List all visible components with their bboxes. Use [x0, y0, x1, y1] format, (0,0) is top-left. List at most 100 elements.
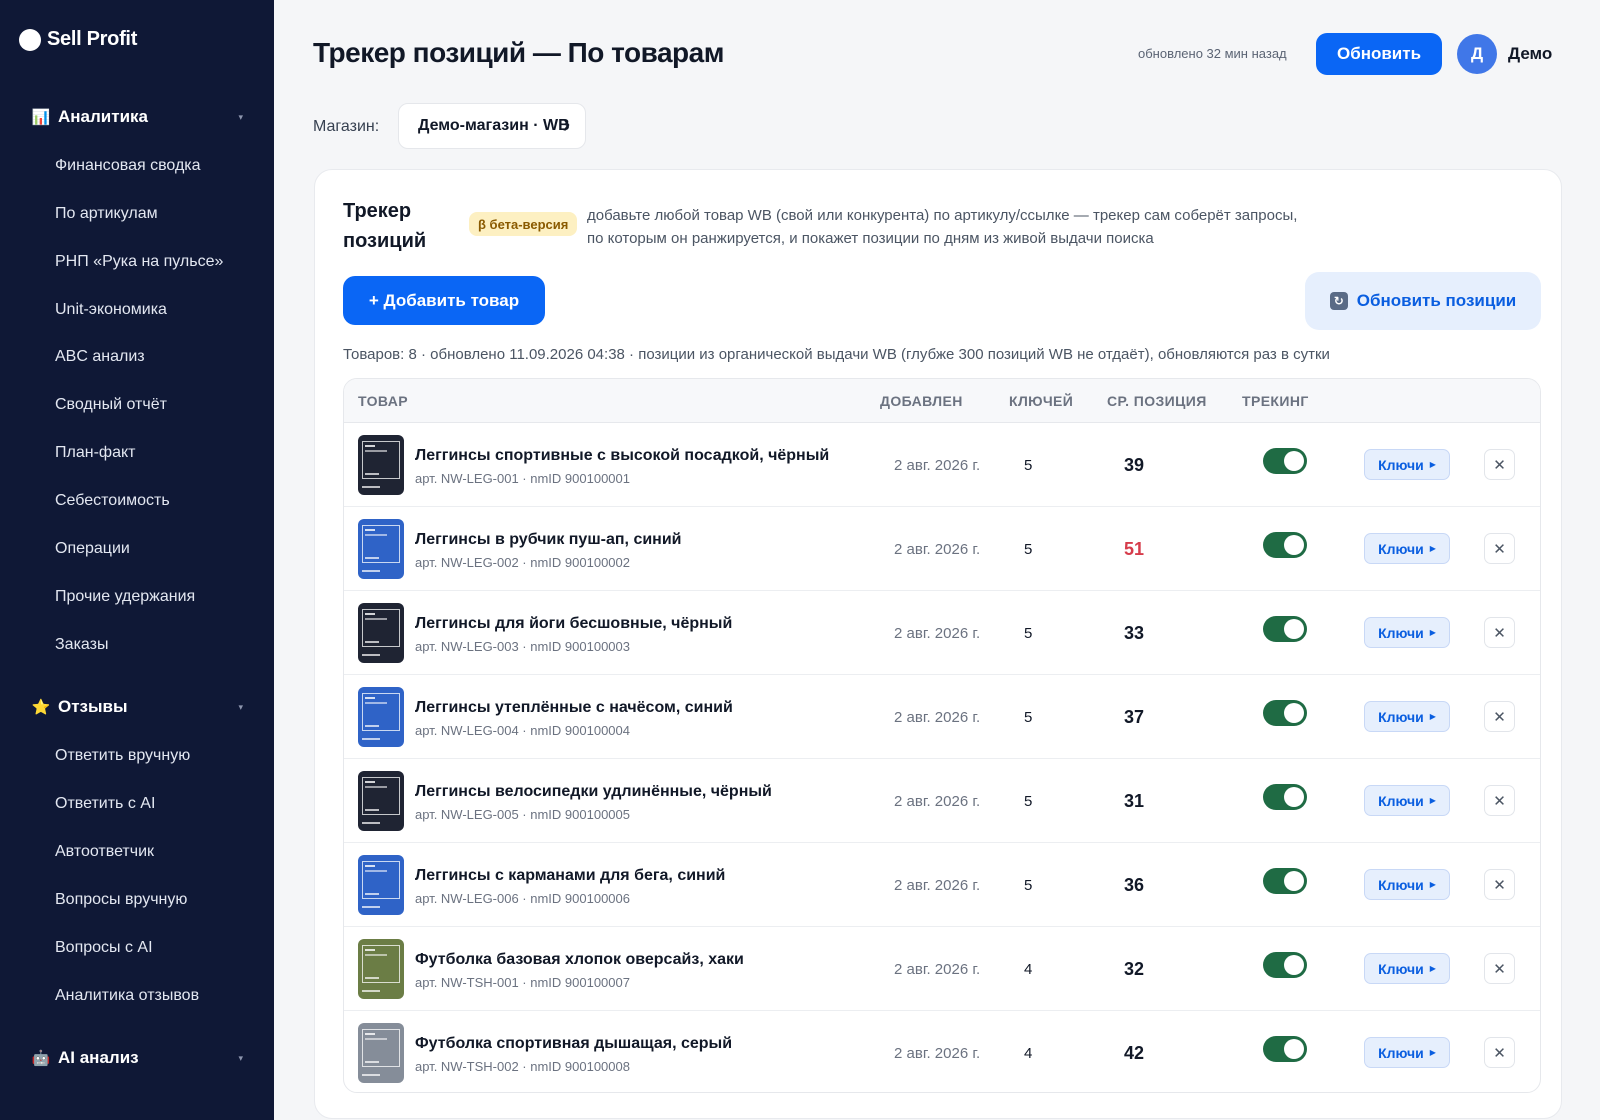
tracking-toggle[interactable]: [1263, 952, 1307, 978]
thumbnail-line: [362, 906, 380, 908]
sidebar-section-0[interactable]: 📊 Аналитика ▾: [31, 107, 243, 127]
column-header-tracking[interactable]: ТРЕКИНГ: [1242, 393, 1309, 409]
table-row[interactable]: Леггинсы с карманами для бега, синий арт.…: [344, 843, 1540, 927]
product-thumbnail[interactable]: [358, 687, 404, 747]
product-name[interactable]: Леггинсы спортивные с высокой посадкой, …: [415, 447, 829, 465]
tracking-toggle[interactable]: [1263, 700, 1307, 726]
delete-button[interactable]: ✕: [1484, 869, 1515, 900]
sidebar-item[interactable]: Ответить вручную: [55, 747, 190, 765]
thumbnail-line: [365, 1033, 375, 1035]
table-row[interactable]: Леггинсы в рубчик пуш-ап, синий арт. NW-L…: [344, 507, 1540, 591]
sidebar-item[interactable]: Вопросы с AI: [55, 939, 153, 957]
tracking-toggle[interactable]: [1263, 616, 1307, 642]
brand[interactable]: Sell Profit: [19, 28, 137, 51]
thumbnail-line: [365, 870, 387, 872]
column-header-added[interactable]: ДОБАВЛЕН: [880, 393, 963, 409]
sidebar-item[interactable]: ABC анализ: [55, 348, 145, 366]
sidebar-item[interactable]: Операции: [55, 540, 130, 558]
tracking-toggle[interactable]: [1263, 784, 1307, 810]
product-thumbnail[interactable]: [358, 603, 404, 663]
keys-button[interactable]: Ключи ▶: [1364, 701, 1450, 732]
keys-button[interactable]: Ключи ▶: [1364, 953, 1450, 984]
product-sku: арт. NW-LEG-002 · nmID 900100002: [415, 555, 630, 570]
sidebar-item[interactable]: Аналитика отзывов: [55, 987, 199, 1005]
delete-button[interactable]: ✕: [1484, 701, 1515, 732]
delete-button[interactable]: ✕: [1484, 1037, 1515, 1068]
product-thumbnail[interactable]: [358, 519, 404, 579]
table-row[interactable]: Леггинсы для йоги бесшовные, чёрный арт. …: [344, 591, 1540, 675]
added-date: 2 авг. 2026 г.: [894, 541, 981, 558]
toggle-knob: [1284, 955, 1304, 975]
sidebar-item[interactable]: План-факт: [55, 444, 135, 462]
product-thumbnail[interactable]: [358, 1023, 404, 1083]
keys-button[interactable]: Ключи ▶: [1364, 533, 1450, 564]
table-row[interactable]: Леггинсы утеплённые с начёсом, синий арт.…: [344, 675, 1540, 759]
product-name[interactable]: Леггинсы в рубчик пуш-ап, синий: [415, 531, 682, 549]
keys-button-label: Ключи: [1378, 456, 1424, 473]
table-row[interactable]: Леггинсы спортивные с высокой посадкой, …: [344, 423, 1540, 507]
delete-button[interactable]: ✕: [1484, 785, 1515, 816]
product-name[interactable]: Леггинсы с карманами для бега, синий: [415, 867, 725, 885]
added-date: 2 авг. 2026 г.: [894, 625, 981, 642]
keys-button[interactable]: Ключи ▶: [1364, 617, 1450, 648]
tracking-toggle[interactable]: [1263, 532, 1307, 558]
product-name[interactable]: Футболка базовая хлопок оверсайз, хаки: [415, 951, 744, 969]
table-row[interactable]: Футболка спортивная дышащая, серый арт. N…: [344, 1011, 1540, 1092]
sidebar-item[interactable]: Заказы: [55, 636, 108, 654]
product-name[interactable]: Леггинсы для йоги бесшовные, чёрный: [415, 615, 732, 633]
sidebar-item[interactable]: По артикулам: [55, 205, 158, 223]
refresh-button[interactable]: Обновить: [1316, 33, 1442, 75]
thumbnail-line: [362, 822, 380, 824]
avg-position: 37: [1124, 707, 1145, 727]
delete-button[interactable]: ✕: [1484, 449, 1515, 480]
product-thumbnail[interactable]: [358, 435, 404, 495]
product-name[interactable]: Леггинсы утеплённые с начёсом, синий: [415, 699, 733, 717]
toggle-knob: [1284, 871, 1304, 891]
delete-button[interactable]: ✕: [1484, 953, 1515, 984]
thumbnail-line: [365, 954, 387, 956]
product-thumbnail[interactable]: [358, 855, 404, 915]
refresh-positions-label: Обновить позиции: [1356, 291, 1517, 310]
delete-button[interactable]: ✕: [1484, 533, 1515, 564]
product-sku: арт. NW-LEG-006 · nmID 900100006: [415, 891, 630, 906]
product-thumbnail[interactable]: [358, 771, 404, 831]
keys-count: 5: [1024, 457, 1033, 474]
column-header-avg-position[interactable]: СР. ПОЗИЦИЯ: [1107, 393, 1207, 409]
sidebar-section-1[interactable]: ⭐ Отзывы ▾: [31, 697, 243, 717]
tracking-toggle[interactable]: [1263, 868, 1307, 894]
tracking-toggle[interactable]: [1263, 1036, 1307, 1062]
sidebar-section-2[interactable]: 🤖 AI анализ ▾: [31, 1048, 243, 1068]
keys-button[interactable]: Ключи ▶: [1364, 449, 1450, 480]
table-row[interactable]: Леггинсы велосипедки удлинённые, чёрный а…: [344, 759, 1540, 843]
keys-button-label: Ключи: [1378, 960, 1424, 977]
keys-button[interactable]: Ключи ▶: [1364, 1037, 1450, 1068]
caret-right-icon: ▶: [1429, 628, 1436, 637]
sidebar-item[interactable]: Финансовая сводка: [55, 157, 201, 175]
keys-button[interactable]: Ключи ▶: [1364, 869, 1450, 900]
column-header-keys[interactable]: КЛЮЧЕЙ: [1009, 393, 1073, 409]
add-product-button[interactable]: + Добавить товар: [343, 276, 545, 325]
product-sku: арт. NW-LEG-003 · nmID 900100003: [415, 639, 630, 654]
sidebar-item[interactable]: Вопросы вручную: [55, 891, 187, 909]
sidebar-item[interactable]: Ответить с AI: [55, 795, 155, 813]
product-name[interactable]: Футболка спортивная дышащая, серый: [415, 1035, 732, 1053]
store-select[interactable]: Демо-магазин · WB ❯: [398, 103, 586, 149]
refresh-positions-button[interactable]: ↻ Обновить позиции: [1305, 272, 1541, 330]
table-row[interactable]: Футболка базовая хлопок оверсайз, хаки ар…: [344, 927, 1540, 1011]
sidebar-item[interactable]: Сводный отчёт: [55, 396, 167, 414]
sidebar-item[interactable]: Unit-экономика: [55, 301, 167, 319]
product-thumbnail[interactable]: [358, 939, 404, 999]
table-header: ТОВАР ДОБАВЛЕН КЛЮЧЕЙ СР. ПОЗИЦИЯ ТРЕКИН…: [344, 379, 1540, 423]
sidebar-item[interactable]: Автоответчик: [55, 843, 154, 861]
sidebar-item[interactable]: Прочие удержания: [55, 588, 195, 606]
user-name[interactable]: Демо: [1508, 44, 1552, 64]
added-date: 2 авг. 2026 г.: [894, 709, 981, 726]
product-name[interactable]: Леггинсы велосипедки удлинённые, чёрный: [415, 783, 772, 801]
sidebar-item[interactable]: РНП «Рука на пульсе»: [55, 253, 223, 271]
avatar[interactable]: Д: [1457, 34, 1497, 74]
delete-button[interactable]: ✕: [1484, 617, 1515, 648]
keys-button[interactable]: Ключи ▶: [1364, 785, 1450, 816]
column-header-product[interactable]: ТОВАР: [358, 393, 408, 409]
tracking-toggle[interactable]: [1263, 448, 1307, 474]
sidebar-item[interactable]: Себестоимость: [55, 492, 170, 510]
